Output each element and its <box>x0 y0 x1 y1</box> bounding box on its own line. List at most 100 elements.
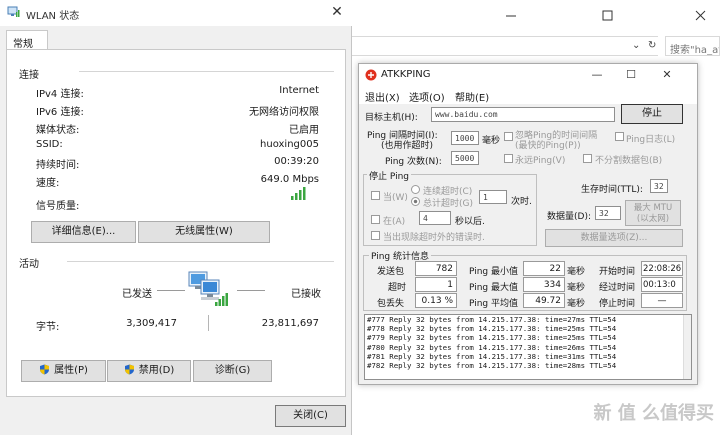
tab-general[interactable]: 常规 <box>6 30 48 50</box>
times-unit: 次时. <box>511 197 532 207</box>
atkkping-menubar: 退出(X) 选项(O) 帮助(E) <box>359 86 697 104</box>
speed-label: 速度: <box>36 178 60 189</box>
timeouts-label: 超时 <box>388 283 407 293</box>
stop-button[interactable]: 停止 <box>621 104 683 124</box>
details-button[interactable]: 详细信息(E)... <box>31 221 136 243</box>
watermark: 新 值 么值得买 <box>593 403 714 424</box>
ignore-interval-checkbox[interactable] <box>504 132 513 141</box>
atkkping-title: ATKKPING <box>381 69 431 80</box>
error-stop-label: 当出现除超时外的错误时. <box>383 233 485 243</box>
log-line: #777 Reply 32 bytes from 14.215.177.38: … <box>367 315 617 324</box>
stop-at-checkbox[interactable] <box>371 215 380 224</box>
ping-max-value: 334 <box>523 277 565 292</box>
connection-section-title: 连接 <box>19 70 39 81</box>
refresh-icon[interactable]: ↻ <box>648 40 656 51</box>
shield-icon <box>124 364 134 375</box>
ping-avg-value: 49.72 <box>523 293 565 308</box>
general-panel: 连接 IPv4 连接: Internet IPv6 连接: 无网络访问权限 媒体… <box>6 49 346 397</box>
bytes-sent-value: 3,309,417 <box>126 318 177 329</box>
stop-when-label: 当(W) <box>383 193 408 203</box>
signal-quality-label: 信号质量: <box>36 201 80 212</box>
error-stop-checkbox[interactable] <box>371 231 380 240</box>
log-line: #782 Reply 32 bytes from 14.215.177.38: … <box>367 361 617 371</box>
divider <box>237 290 265 291</box>
start-time-value: 22:08:26 <box>641 261 683 276</box>
atkkping-window: ATKKPING — ☐ ✕ 退出(X) 选项(O) 帮助(E) 目标主机(H)… <box>358 63 698 385</box>
log-line: #779 Reply 32 bytes from 14.215.177.38: … <box>367 333 617 343</box>
packet-loss-value: 0.13 % <box>415 293 457 308</box>
duration-value: 00:39:20 <box>274 156 319 167</box>
disable-button[interactable]: 禁用(D) <box>107 360 191 382</box>
divider <box>79 71 334 72</box>
interval-sublabel: (也用作超时) <box>381 141 434 151</box>
stop-time-label: 停止时间 <box>599 299 636 309</box>
maximize-icon[interactable]: ☐ <box>621 67 641 83</box>
seconds-after-label: 秒以后. <box>455 217 485 227</box>
start-time-label: 开始时间 <box>599 267 636 277</box>
media-state-value: 已启用 <box>289 125 319 136</box>
address-dropdown-icon[interactable]: ⌄ <box>632 40 640 51</box>
log-line: #778 Reply 32 bytes from 14.215.177.38: … <box>367 324 617 334</box>
ping-max-label: Ping 最大值 <box>469 283 519 293</box>
wireless-properties-button[interactable]: 无线属性(W) <box>138 221 270 243</box>
close-button[interactable]: 关闭(C) <box>275 405 346 427</box>
background-window-controls <box>506 10 706 21</box>
network-computers-icon <box>188 271 228 306</box>
stop-when-checkbox[interactable] <box>371 191 380 200</box>
total-timeout-radio[interactable] <box>411 197 420 206</box>
atkkping-titlebar[interactable]: ATKKPING — ☐ ✕ <box>359 64 697 86</box>
ttl-label: 生存时间(TTL): <box>581 185 643 195</box>
media-state-label: 媒体状态: <box>36 125 80 136</box>
dialog-title: WLAN 状态 <box>26 11 80 22</box>
minimize-icon[interactable]: — <box>587 67 607 83</box>
log-scrollbar[interactable] <box>683 315 691 379</box>
properties-button-label: 属性(P) <box>54 365 88 376</box>
properties-button[interactable]: 属性(P) <box>21 360 106 382</box>
ttl-input[interactable]: 32 <box>650 179 668 193</box>
background-address-bar[interactable] <box>352 36 658 56</box>
menu-help[interactable]: 帮助(E) <box>455 89 489 104</box>
speed-value: 649.0 Mbps <box>260 174 319 185</box>
ping-log-list[interactable]: #777 Reply 32 bytes from 14.215.177.38: … <box>364 314 692 380</box>
close-icon[interactable]: ✕ <box>328 3 346 21</box>
max-mtu-label: 最大 MTU <box>633 203 673 213</box>
close-icon[interactable]: ✕ <box>657 67 677 83</box>
background-search-input[interactable]: 搜索"ha_at <box>665 36 720 56</box>
ping-count-input[interactable]: 5000 <box>451 151 479 165</box>
divider <box>67 261 334 262</box>
no-fragment-checkbox[interactable] <box>583 154 592 163</box>
ping-forever-checkbox[interactable] <box>504 154 513 163</box>
ping-min-label: Ping 最小值 <box>469 267 519 277</box>
stop-time-value: — <box>641 293 683 308</box>
menu-exit[interactable]: 退出(X) <box>365 89 400 104</box>
interval-input[interactable]: 1000 <box>451 131 479 145</box>
ping-count-label: Ping 次数(N): <box>385 157 442 167</box>
divider <box>208 315 209 331</box>
data-size-input[interactable]: 32 <box>595 206 621 220</box>
max-mtu-button[interactable]: 最大 MTU (以太网) <box>625 200 681 226</box>
ssid-label: SSID: <box>36 139 63 150</box>
target-host-input[interactable]: www.baidu.com <box>431 107 615 122</box>
diagnose-button[interactable]: 诊断(G) <box>193 360 272 382</box>
network-icon <box>7 6 20 17</box>
stop-at-input[interactable]: 4 <box>419 211 451 225</box>
disable-button-label: 禁用(D) <box>138 365 175 376</box>
ms-unit: 毫秒 <box>567 299 586 309</box>
wlan-titlebar[interactable]: WLAN 状态 ✕ <box>0 0 352 26</box>
packets-sent-value: 782 <box>415 261 457 276</box>
consecutive-timeout-radio[interactable] <box>411 185 420 194</box>
packets-sent-label: 发送包 <box>377 267 405 277</box>
signal-strength-icon <box>291 187 306 200</box>
max-mtu-sublabel: (以太网) <box>636 214 670 224</box>
ping-log-checkbox[interactable] <box>615 132 624 141</box>
data-size-label: 数据量(D): <box>547 212 591 222</box>
menu-options[interactable]: 选项(O) <box>409 89 445 104</box>
ipv6-value: 无网络访问权限 <box>249 107 319 118</box>
elapsed-time-value: 00:13:0 <box>641 277 683 292</box>
elapsed-time-label: 经过时间 <box>599 283 636 293</box>
duration-label: 持续时间: <box>36 160 80 171</box>
timeout-count-input[interactable]: 1 <box>479 190 507 204</box>
data-options-button[interactable]: 数据量选项(Z)... <box>545 229 683 247</box>
ping-forever-label: 永远Ping(V) <box>515 156 566 166</box>
ms-unit: 毫秒 <box>567 267 586 277</box>
